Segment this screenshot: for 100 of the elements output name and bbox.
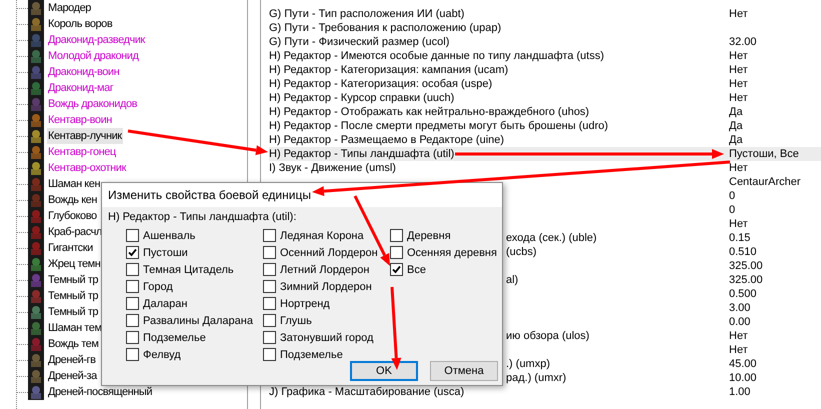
- portrait-icon: [28, 384, 44, 400]
- tree-item[interactable]: Мародер: [47, 0, 92, 16]
- tree-item[interactable]: Кентавр-воин: [47, 112, 113, 128]
- checkbox[interactable]: [263, 246, 276, 259]
- property-value: 325.00: [729, 273, 763, 287]
- portrait-icon: [28, 16, 44, 32]
- portrait-icon: [28, 176, 44, 192]
- checkbox[interactable]: [126, 348, 139, 361]
- checkbox[interactable]: [263, 280, 276, 293]
- checkbox[interactable]: [126, 246, 139, 259]
- property-name: ию обзора (ulos): [506, 329, 590, 343]
- checkbox-label: Темная Цитадель: [143, 262, 234, 276]
- property-name: G) Пути - Тип расположения ИИ (uabt): [269, 7, 464, 21]
- portrait-icon: [28, 0, 44, 16]
- property-name: (ucbs): [506, 245, 537, 259]
- property-row[interactable]: H) Редактор - Курсор справки (uuch) Нет: [269, 91, 821, 105]
- checkbox[interactable]: [263, 229, 276, 242]
- portrait-icon: [28, 192, 44, 208]
- property-row[interactable]: I) Звук - Движение (umsl) Нет: [269, 161, 821, 175]
- property-row[interactable]: H) Редактор - После смерти предметы могут быть брошены (udro) Да: [269, 119, 821, 133]
- property-value: Нет: [729, 77, 748, 91]
- checkbox-label: Осенний Лордерон: [280, 246, 378, 260]
- property-row[interactable]: H) Редактор - Категоризация: особая (uspe) Нет: [269, 77, 821, 91]
- tree-item[interactable]: Темный тр: [47, 304, 100, 320]
- property-value: 32.00: [729, 35, 757, 49]
- tree-item[interactable]: Драконид-разведчик: [47, 32, 146, 48]
- checkbox-label: Развалины Даларана: [143, 314, 253, 328]
- property-value: Нет: [729, 49, 748, 63]
- property-value: Нет: [729, 161, 748, 175]
- tree-item[interactable]: Король воров: [47, 16, 114, 32]
- property-row[interactable]: G) Пути - Требования к расположению (upap): [269, 21, 821, 35]
- portrait-icon: [28, 112, 44, 128]
- portrait-icon: [28, 224, 44, 240]
- tree-item[interactable]: Кентавр-охотник: [47, 160, 127, 176]
- tree-item[interactable]: Вождь кен: [47, 192, 98, 208]
- property-name: H) Редактор - Категоризация: особая (uspe): [269, 77, 492, 91]
- tree-item[interactable]: Гигантски: [47, 240, 94, 256]
- checkbox[interactable]: [390, 229, 403, 242]
- tree-item[interactable]: Кентавр-гонец: [47, 144, 117, 160]
- property-row[interactable]: H) Редактор - Размещаемо в Редакторе (uine) Да: [269, 133, 821, 147]
- property-value: Да: [729, 105, 743, 119]
- checkbox[interactable]: [263, 348, 276, 361]
- tree-item[interactable]: Краб-расчл: [47, 224, 103, 240]
- portrait-icon: [28, 80, 44, 96]
- checkbox[interactable]: [126, 229, 139, 242]
- property-row[interactable]: G) Пути - Физический размер (ucol) 32.00: [269, 35, 821, 49]
- portrait-icon: [28, 336, 44, 352]
- tree-item[interactable]: Вождь тем: [47, 336, 100, 352]
- tree-item[interactable]: Кентавр-лучник: [47, 128, 123, 144]
- tree-item[interactable]: Дреней-посвященный: [47, 384, 154, 400]
- property-row[interactable]: H) Редактор - Имеются особые данные по типу ландшафта (utss) Нет: [269, 49, 821, 63]
- checkbox[interactable]: [263, 314, 276, 327]
- checkbox-label: Затонувший город: [280, 330, 374, 344]
- portrait-icon: [28, 368, 44, 384]
- property-value: Нет: [729, 7, 748, 21]
- property-value: 0.15: [729, 231, 750, 245]
- tree-item[interactable]: Жрец темн: [47, 256, 102, 272]
- checkbox-label: Глушь: [280, 314, 312, 328]
- checkbox[interactable]: [390, 263, 403, 276]
- property-name: ехода (сек.) (uble): [506, 231, 597, 245]
- tree-item[interactable]: Глубоково: [47, 208, 98, 224]
- property-row[interactable]: H) Редактор - Категоризация: кампания (ucam) Нет: [269, 63, 821, 77]
- tree-item[interactable]: Вождь драконидов: [47, 96, 138, 112]
- checkbox-label: Ашенваль: [143, 228, 196, 242]
- property-value: 45.00: [729, 357, 757, 371]
- cancel-button[interactable]: Отмена: [430, 361, 498, 381]
- tree-item[interactable]: Драконид-воин: [47, 64, 120, 80]
- checkbox[interactable]: [263, 263, 276, 276]
- ok-button[interactable]: OK: [350, 361, 418, 381]
- portrait-icon: [28, 160, 44, 176]
- property-name: G) Пути - Физический размер (ucol): [269, 35, 450, 49]
- property-name: al): [506, 273, 518, 287]
- checkbox-label: Даларан: [143, 296, 188, 310]
- checkbox[interactable]: [390, 246, 403, 259]
- checkbox-label: Нортренд: [280, 296, 330, 310]
- checkbox[interactable]: [126, 331, 139, 344]
- property-row[interactable]: H) Редактор - Отображать как нейтрально-враждебного (uhos) Да: [269, 105, 821, 119]
- property-row[interactable]: J) Графика - Масштабирование (usca) 1.00: [269, 385, 821, 399]
- tree-item[interactable]: Дреней-за: [47, 368, 98, 384]
- tree-item[interactable]: Темный тр: [47, 288, 100, 304]
- checkbox[interactable]: [263, 297, 276, 310]
- checkbox[interactable]: [126, 263, 139, 276]
- checkbox-label: Летний Лордерон: [280, 262, 370, 276]
- checkbox[interactable]: [126, 314, 139, 327]
- portrait-icon: [28, 352, 44, 368]
- portrait-icon: [28, 256, 44, 272]
- tree-item[interactable]: Молодой драконид: [47, 48, 140, 64]
- property-name: H) Редактор - Отображать как нейтрально-враждебного (uhos): [269, 105, 590, 119]
- property-name: H) Редактор - Типы ландшафта (util): [269, 147, 454, 161]
- portrait-icon: [28, 96, 44, 112]
- checkbox[interactable]: [126, 280, 139, 293]
- checkbox[interactable]: [126, 297, 139, 310]
- tree-item[interactable]: Дреней-гв: [47, 352, 96, 368]
- tree-item[interactable]: Темный тр: [47, 272, 100, 288]
- portrait-icon: [28, 272, 44, 288]
- property-row[interactable]: G) Пути - Тип расположения ИИ (uabt) Нет: [269, 7, 821, 21]
- property-name: H) Редактор - Размещаемо в Редакторе (uine): [269, 133, 504, 147]
- tree-item[interactable]: Шаман кен: [47, 176, 102, 192]
- checkbox[interactable]: [263, 331, 276, 344]
- tree-item[interactable]: Драконид-маг: [47, 80, 114, 96]
